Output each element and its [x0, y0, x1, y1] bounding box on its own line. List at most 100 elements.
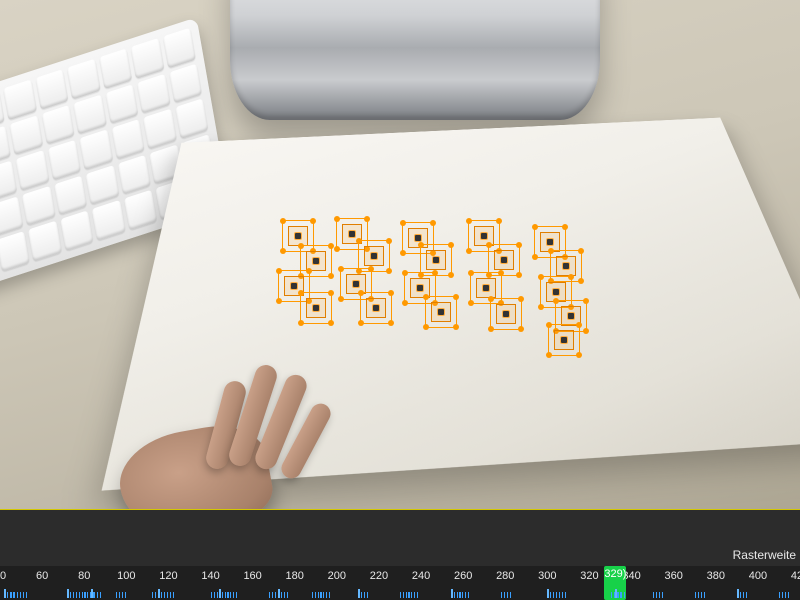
- keyframe-mark[interactable]: [119, 592, 120, 598]
- keyframe-mark[interactable]: [158, 589, 160, 598]
- keyframe-mark[interactable]: [547, 589, 549, 598]
- keyframe-mark[interactable]: [97, 592, 98, 598]
- keyframe-mark[interactable]: [615, 589, 617, 598]
- keyframe-mark[interactable]: [26, 592, 27, 598]
- keyframe-mark[interactable]: [4, 589, 6, 598]
- timeline-ruler[interactable]: 4060801001201401601802002202402602803003…: [0, 568, 800, 584]
- keyframe-mark[interactable]: [11, 592, 12, 598]
- keyframe-mark[interactable]: [361, 592, 362, 598]
- keyframe-mark[interactable]: [550, 592, 551, 598]
- keyframe-mark[interactable]: [84, 592, 85, 598]
- keyframe-mark[interactable]: [408, 592, 409, 598]
- keyframe-mark[interactable]: [621, 592, 622, 598]
- keyframe-mark[interactable]: [788, 592, 789, 598]
- keyframe-mark[interactable]: [73, 592, 74, 598]
- keyframe-mark[interactable]: [411, 592, 412, 598]
- keyframe-mark[interactable]: [312, 592, 313, 598]
- keyframe-mark[interactable]: [217, 592, 218, 598]
- keyframe-mark[interactable]: [94, 592, 95, 598]
- keyframe-mark[interactable]: [76, 592, 77, 598]
- keyframe-mark[interactable]: [785, 592, 786, 598]
- keyframe-mark[interactable]: [116, 592, 117, 598]
- keyframe-mark[interactable]: [323, 592, 324, 598]
- keyframe-mark[interactable]: [275, 592, 276, 598]
- keyframe-mark[interactable]: [87, 592, 88, 598]
- timeline-tick[interactable]: 220: [369, 568, 389, 582]
- keyframe-mark[interactable]: [155, 592, 156, 598]
- keyframe-mark[interactable]: [510, 592, 511, 598]
- keyframe-mark[interactable]: [779, 592, 780, 598]
- keyframe-mark[interactable]: [659, 592, 660, 598]
- video-preview[interactable]: [0, 0, 800, 510]
- keyframe-mark[interactable]: [400, 592, 401, 598]
- keyframe-mark[interactable]: [167, 592, 168, 598]
- timeline-tick[interactable]: 200: [327, 568, 347, 582]
- keyframe-mark[interactable]: [173, 592, 174, 598]
- keyframe-mark[interactable]: [211, 592, 212, 598]
- keyframe-mark[interactable]: [504, 592, 505, 598]
- timeline-tick[interactable]: 260: [453, 568, 473, 582]
- keyframe-mark[interactable]: [82, 592, 83, 598]
- keyframe-mark[interactable]: [225, 592, 226, 598]
- keyframe-mark[interactable]: [565, 592, 566, 598]
- keyframe-mark[interactable]: [281, 592, 282, 598]
- timeline-tick[interactable]: 300: [537, 568, 557, 582]
- keyframe-mark[interactable]: [233, 592, 234, 598]
- keyframe-marks[interactable]: [0, 588, 800, 598]
- keyframe-mark[interactable]: [364, 592, 365, 598]
- keyframe-mark[interactable]: [782, 592, 783, 598]
- keyframe-mark[interactable]: [315, 592, 316, 598]
- timeline[interactable]: 4060801001201401601802002202402602803003…: [0, 566, 800, 600]
- keyframe-mark[interactable]: [457, 592, 458, 598]
- keyframe-mark[interactable]: [269, 592, 270, 598]
- motion-tracker[interactable]: [360, 292, 392, 324]
- keyframe-mark[interactable]: [170, 592, 171, 598]
- keyframe-mark[interactable]: [284, 592, 285, 598]
- keyframe-mark[interactable]: [406, 592, 407, 598]
- keyframe-mark[interactable]: [737, 589, 739, 598]
- timeline-tick[interactable]: 240: [411, 568, 431, 582]
- keyframe-mark[interactable]: [653, 592, 654, 598]
- keyframe-mark[interactable]: [559, 592, 560, 598]
- motion-tracker[interactable]: [490, 298, 522, 330]
- keyframe-mark[interactable]: [70, 592, 71, 598]
- keyframe-mark[interactable]: [556, 592, 557, 598]
- keyframe-mark[interactable]: [662, 592, 663, 598]
- keyframe-mark[interactable]: [318, 592, 319, 598]
- timeline-tick[interactable]: 80: [74, 568, 94, 582]
- timeline-tick[interactable]: 360: [664, 568, 684, 582]
- timeline-tick[interactable]: 420: [790, 568, 800, 582]
- keyframe-mark[interactable]: [326, 592, 327, 598]
- keyframe-mark[interactable]: [743, 592, 744, 598]
- keyframe-mark[interactable]: [272, 592, 273, 598]
- motion-tracker[interactable]: [425, 296, 457, 328]
- keyframe-mark[interactable]: [287, 592, 288, 598]
- keyframe-mark[interactable]: [79, 592, 80, 598]
- keyframe-mark[interactable]: [468, 592, 469, 598]
- keyframe-mark[interactable]: [67, 589, 69, 598]
- timeline-tick[interactable]: 160: [243, 568, 263, 582]
- keyframe-mark[interactable]: [403, 592, 404, 598]
- timeline-tick[interactable]: 320: [579, 568, 599, 582]
- keyframe-mark[interactable]: [214, 592, 215, 598]
- keyframe-mark[interactable]: [358, 589, 360, 598]
- keyframe-mark[interactable]: [278, 589, 280, 598]
- keyframe-mark[interactable]: [695, 592, 696, 598]
- keyframe-mark[interactable]: [20, 592, 21, 598]
- timeline-tick[interactable]: 400: [748, 568, 768, 582]
- timeline-tick[interactable]: 120: [158, 568, 178, 582]
- timeline-tick[interactable]: 280: [495, 568, 515, 582]
- keyframe-mark[interactable]: [236, 592, 237, 598]
- keyframe-mark[interactable]: [454, 592, 455, 598]
- timeline-tick[interactable]: 140: [201, 568, 221, 582]
- keyframe-mark[interactable]: [222, 592, 223, 598]
- keyframe-mark[interactable]: [701, 592, 702, 598]
- keyframe-mark[interactable]: [698, 592, 699, 598]
- timeline-tick[interactable]: 100: [116, 568, 136, 582]
- keyframe-mark[interactable]: [329, 592, 330, 598]
- timeline-tick[interactable]: 180: [285, 568, 305, 582]
- keyframe-mark[interactable]: [451, 589, 453, 598]
- keyframe-mark[interactable]: [91, 589, 93, 598]
- timeline-tick[interactable]: 60: [32, 568, 52, 582]
- keyframe-mark[interactable]: [219, 589, 221, 598]
